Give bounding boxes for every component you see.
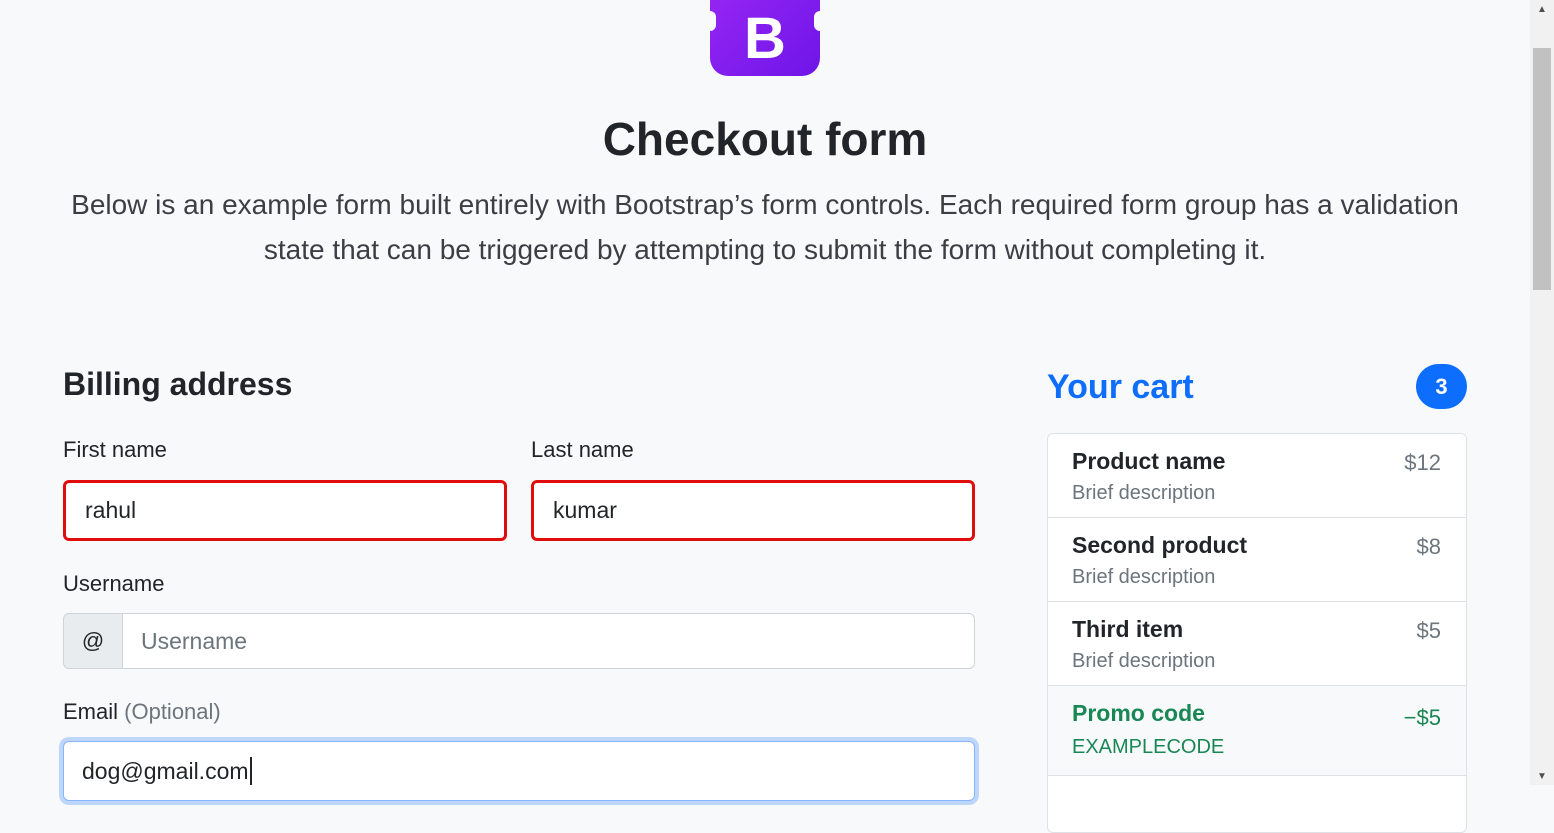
- cart-count-badge: 3: [1416, 364, 1467, 409]
- cart-promo-item: Promo code EXAMPLECODE −$5: [1048, 686, 1466, 776]
- username-input[interactable]: Username: [122, 613, 975, 669]
- email-label: Email (Optional): [63, 699, 221, 725]
- logo-notch-right: [814, 11, 826, 31]
- last-name-label: Last name: [531, 437, 634, 462]
- email-input[interactable]: dog@gmail.com: [63, 741, 975, 801]
- page-lead: Below is an example form built entirely …: [71, 189, 1459, 265]
- email-label-text: Email: [63, 699, 119, 724]
- scrollbar-thumb[interactable]: [1533, 48, 1551, 290]
- billing-heading: Billing address: [63, 366, 293, 402]
- page-title: Checkout form: [602, 113, 928, 165]
- cart-item-name: Product name: [1072, 448, 1226, 474]
- first-name-value: rahul: [85, 497, 137, 523]
- at-sign-addon: @: [63, 613, 123, 669]
- logo-notch-left: [704, 11, 716, 31]
- cart-list: Product name Brief description $12 Secon…: [1047, 433, 1467, 833]
- scroll-up-arrow-icon[interactable]: ▲: [1530, 0, 1554, 18]
- cart-item-name: Second product: [1072, 532, 1248, 558]
- cart-item: Third item Brief description $5: [1048, 602, 1466, 686]
- vertical-scrollbar[interactable]: ▲ ▼: [1530, 0, 1554, 785]
- cart-item-price: $5: [1416, 618, 1441, 643]
- promo-amount: −$5: [1403, 705, 1441, 730]
- checkout-page: B Checkout form Below is an example form…: [0, 0, 1530, 833]
- cart-item: Second product Brief description $8: [1048, 518, 1466, 602]
- last-name-value: kumar: [553, 497, 617, 523]
- cart-item-name: Third item: [1072, 616, 1184, 642]
- promo-code: EXAMPLECODE: [1072, 736, 1225, 758]
- scroll-down-arrow-icon[interactable]: ▼: [1530, 767, 1554, 785]
- cart-item-desc: Brief description: [1072, 482, 1216, 504]
- first-name-label: First name: [63, 437, 167, 462]
- cart-item-price: $12: [1404, 450, 1441, 475]
- promo-name: Promo code: [1072, 700, 1205, 726]
- cart-item-desc: Brief description: [1072, 650, 1216, 672]
- cart-item: Product name Brief description $12: [1048, 434, 1466, 518]
- cart-item-desc: Brief description: [1072, 566, 1216, 588]
- bootstrap-logo: B: [704, 0, 826, 76]
- first-name-input[interactable]: rahul: [63, 480, 507, 541]
- last-name-input[interactable]: kumar: [531, 480, 975, 541]
- username-placeholder: Username: [141, 627, 248, 654]
- text-caret: [249, 757, 252, 785]
- email-value: dog@gmail.com: [82, 757, 249, 784]
- logo-letter: B: [744, 5, 786, 71]
- email-optional-text: (Optional): [124, 699, 221, 724]
- cart-heading: Your cart: [1047, 368, 1194, 406]
- username-label: Username: [63, 571, 165, 596]
- cart-item-price: $8: [1416, 534, 1441, 559]
